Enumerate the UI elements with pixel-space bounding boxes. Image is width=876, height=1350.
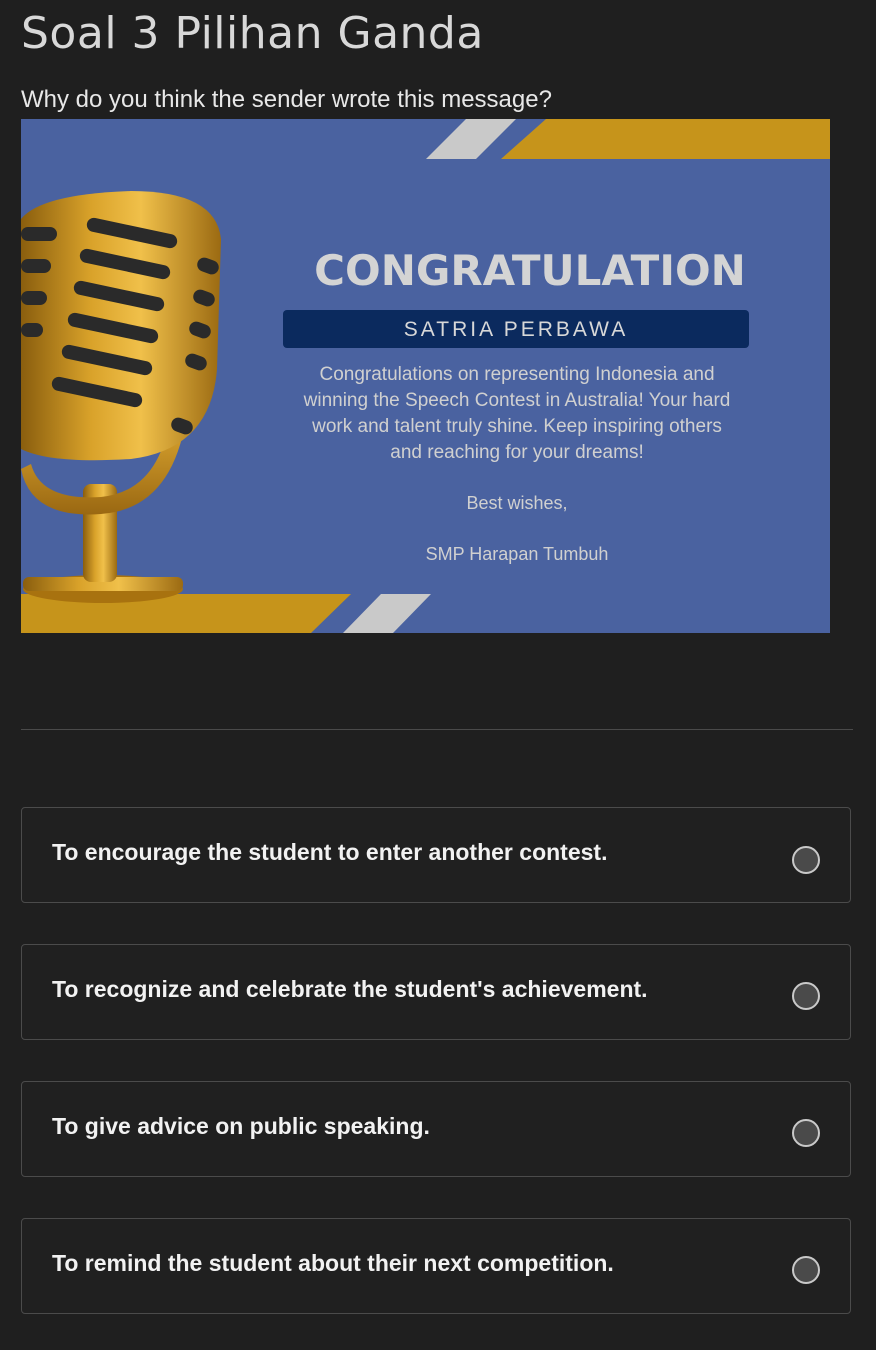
top-gold-stripe — [501, 119, 830, 159]
sender-text: SMP Harapan Tumbuh — [426, 544, 609, 564]
radio-button[interactable] — [792, 1256, 820, 1284]
card-heading: CONGRATULATION — [314, 246, 746, 295]
question-text: Why do you think the sender wrote this m… — [21, 86, 552, 113]
radio-button[interactable] — [792, 982, 820, 1010]
radio-button[interactable] — [792, 846, 820, 874]
quiz-page: Soal 3 Pilihan Ganda Why do you think th… — [0, 0, 876, 1350]
answer-option-a[interactable]: To encourage the student to enter anothe… — [21, 807, 851, 903]
option-label: To remind the student about their next c… — [52, 1250, 614, 1276]
option-label: To encourage the student to enter anothe… — [52, 839, 608, 865]
radio-button[interactable] — [792, 1119, 820, 1147]
message-line: work and talent truly shine. Keep inspir… — [311, 416, 722, 437]
recipient-name: SATRIA PERBAWA — [404, 318, 628, 341]
message-line: Congratulations on representing Indonesi… — [319, 364, 714, 385]
answer-option-b[interactable]: To recognize and celebrate the student's… — [21, 944, 851, 1040]
answer-option-c[interactable]: To give advice on public speaking. — [21, 1081, 851, 1177]
divider — [21, 729, 853, 730]
congratulation-card-image: CONGRATULATION SATRIA PERBAWA Congratula… — [21, 119, 830, 633]
option-label: To give advice on public speaking. — [52, 1113, 430, 1139]
closing-text: Best wishes, — [466, 493, 567, 513]
page-title: Soal 3 Pilihan Ganda — [21, 8, 484, 59]
message-line: and reaching for your dreams! — [390, 442, 643, 463]
answer-option-d[interactable]: To remind the student about their next c… — [21, 1218, 851, 1314]
message-line: winning the Speech Contest in Australia!… — [303, 390, 731, 411]
option-label: To recognize and celebrate the student's… — [52, 976, 648, 1002]
